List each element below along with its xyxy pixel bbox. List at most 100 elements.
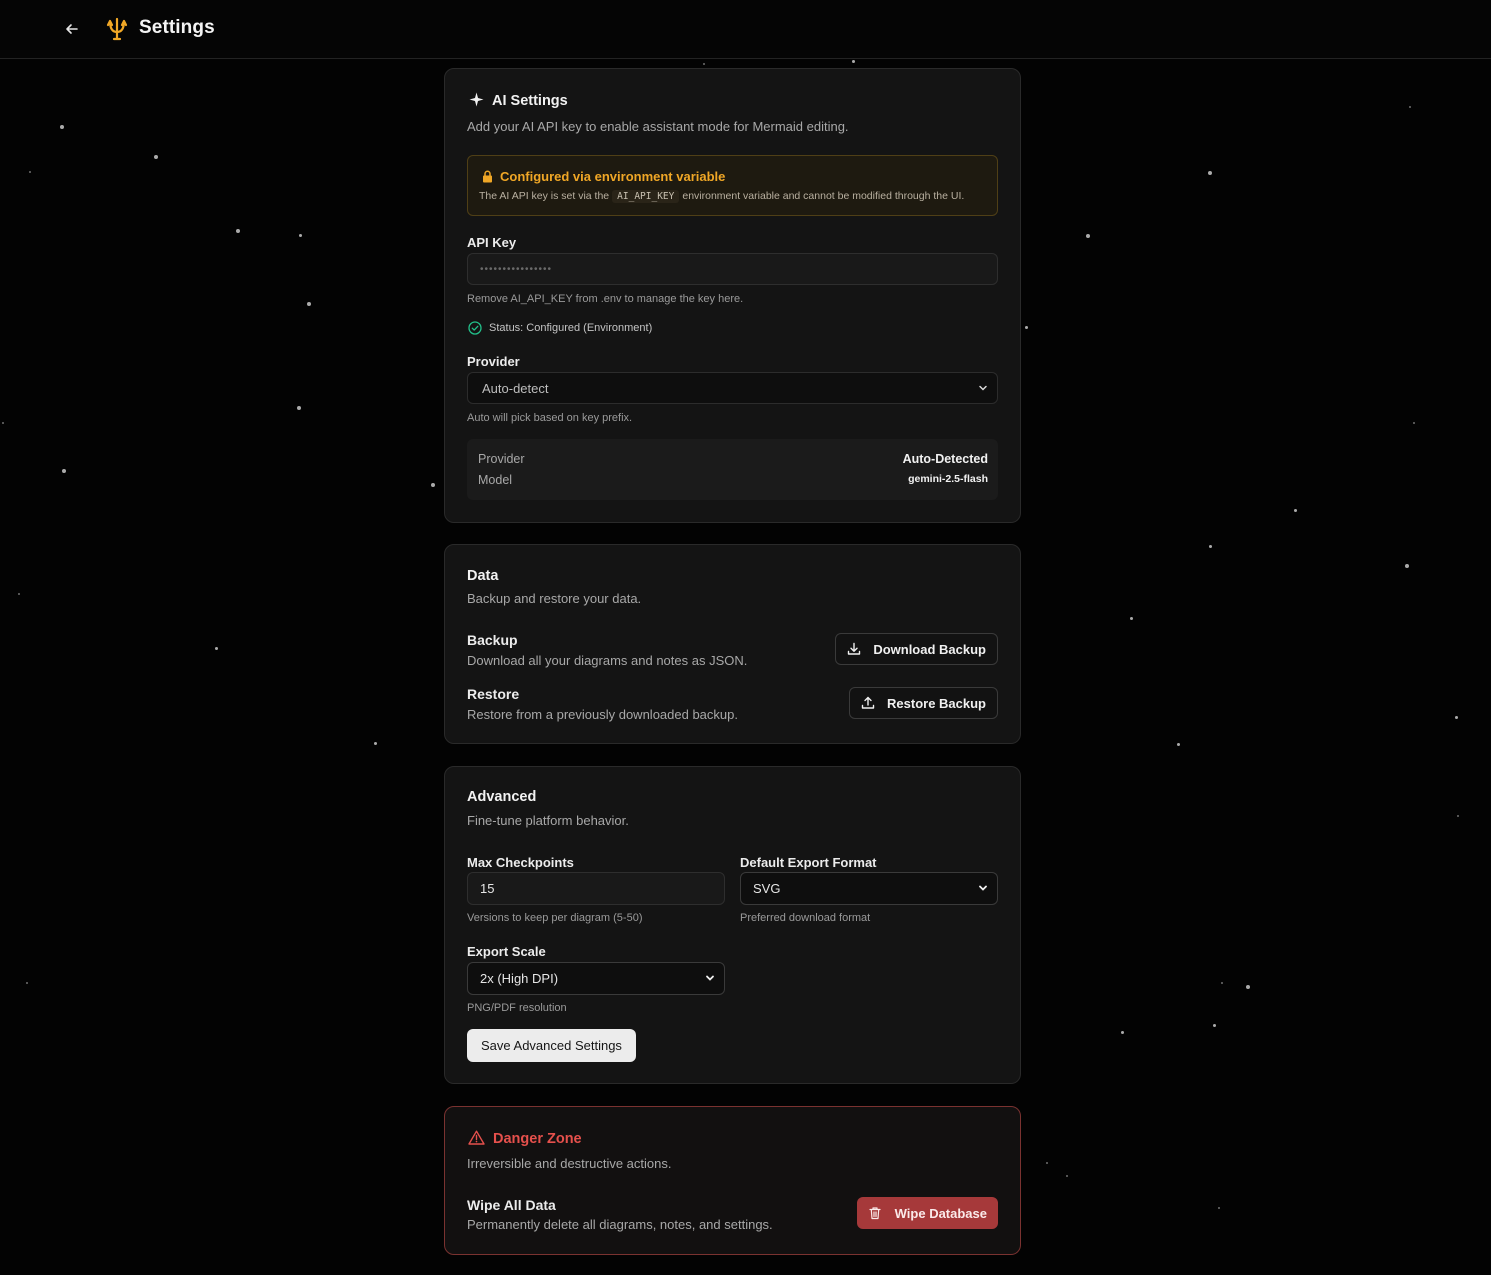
trash-icon — [869, 1207, 881, 1220]
trident-logo-icon — [106, 17, 128, 41]
provider-select[interactable]: Auto-detect — [467, 372, 998, 404]
star-dot — [26, 982, 28, 984]
star-dot — [299, 234, 302, 237]
api-key-label: API Key — [467, 235, 517, 250]
star-dot — [1086, 234, 1090, 238]
download-icon — [848, 642, 861, 655]
star-dot — [18, 593, 20, 595]
star-dot — [1066, 1175, 1068, 1177]
max-checkpoints-value: 15 — [480, 881, 495, 896]
env-var-code: AI_API_KEY — [612, 190, 680, 203]
export-format-select[interactable]: SVG — [740, 872, 998, 905]
export-scale-select[interactable]: 2x (High DPI) — [467, 962, 725, 995]
arrow-left-icon — [66, 24, 78, 34]
star-dot — [236, 229, 240, 233]
star-dot — [374, 742, 377, 745]
advanced-card: Advanced Fine-tune platform behavior. Ma… — [444, 766, 1021, 1084]
restore-description: Restore from a previously downloaded bac… — [467, 707, 738, 722]
ai-settings-title: AI Settings — [492, 93, 568, 109]
download-backup-label: Download Backup — [873, 641, 986, 657]
star-dot — [1221, 982, 1223, 984]
max-checkpoints-label: Max Checkpoints — [467, 855, 574, 870]
api-key-input[interactable]: •••••••••••••••• — [467, 253, 998, 285]
ai-settings-card: AI Settings Add your AI API key to enabl… — [444, 68, 1021, 523]
provider-label: Provider — [467, 354, 520, 369]
save-advanced-settings-button[interactable]: Save Advanced Settings — [467, 1029, 636, 1062]
star-dot — [1130, 617, 1133, 620]
wipe-description: Permanently delete all diagrams, notes, … — [467, 1217, 773, 1232]
env-notice-text: The AI API key is set via the AI_API_KEY e… — [479, 190, 965, 203]
download-backup-button[interactable]: Download Backup — [835, 633, 998, 665]
ai-settings-description: Add your AI API key to enable assistant … — [467, 119, 849, 134]
data-card: Data Backup and restore your data. Backu… — [444, 544, 1021, 744]
star-dot — [215, 647, 218, 650]
lock-icon — [483, 170, 492, 183]
wipe-title: Wipe All Data — [467, 1197, 556, 1213]
star-dot — [1121, 1031, 1124, 1034]
star-dot — [297, 406, 301, 410]
check-circle-icon — [468, 321, 482, 335]
api-key-hint: Remove AI_API_KEY from .env to manage th… — [467, 293, 744, 305]
summary-model-label: Model — [478, 473, 513, 487]
star-dot — [62, 469, 66, 473]
sparkle-icon — [469, 92, 484, 107]
export-scale-hint: PNG/PDF resolution — [467, 1002, 567, 1014]
max-checkpoints-hint: Versions to keep per diagram (5-50) — [467, 912, 643, 924]
wipe-database-label: Wipe Database — [894, 1205, 987, 1221]
star-dot — [1177, 743, 1180, 746]
danger-zone-card: Danger Zone Irreversible and destructive… — [444, 1106, 1021, 1255]
chevron-down-icon — [979, 385, 987, 391]
star-dot — [60, 125, 64, 129]
chevron-down-icon — [706, 975, 714, 981]
env-notice-title: Configured via environment variable — [500, 169, 726, 184]
warning-triangle-icon — [468, 1130, 485, 1145]
env-notice: Configured via environment variable The … — [467, 155, 998, 216]
star-dot — [1413, 422, 1415, 424]
star-dot — [703, 63, 705, 65]
star-dot — [1209, 545, 1212, 548]
star-dot — [1046, 1162, 1048, 1164]
star-dot — [431, 483, 435, 487]
export-format-hint: Preferred download format — [740, 912, 871, 924]
chevron-down-icon — [979, 885, 987, 891]
star-dot — [852, 60, 855, 63]
star-dot — [1218, 1207, 1220, 1209]
backup-title: Backup — [467, 632, 518, 648]
upload-icon — [861, 696, 875, 709]
summary-provider-label: Provider — [478, 452, 525, 466]
provider-hint: Auto will pick based on key prefix. — [467, 412, 633, 424]
env-notice-text-after: environment variable and cannot be modif… — [682, 190, 965, 202]
advanced-description: Fine-tune platform behavior. — [467, 813, 629, 828]
star-dot — [2, 422, 4, 424]
advanced-title: Advanced — [467, 789, 537, 805]
star-dot — [29, 171, 31, 173]
provider-selected: Auto-detect — [482, 380, 549, 396]
top-bar: Settings — [0, 0, 1491, 59]
summary-provider-value: Auto-Detected — [902, 452, 988, 466]
star-dot — [1025, 326, 1028, 329]
star-dot — [1455, 716, 1458, 719]
back-button[interactable] — [60, 17, 84, 41]
export-format-label: Default Export Format — [740, 855, 877, 870]
restore-backup-label: Restore Backup — [887, 695, 986, 711]
data-title: Data — [467, 568, 499, 584]
danger-zone-description: Irreversible and destructive actions. — [467, 1156, 672, 1171]
restore-title: Restore — [467, 686, 520, 702]
star-dot — [1208, 171, 1212, 175]
danger-zone-title: Danger Zone — [493, 1131, 582, 1147]
star-dot — [1246, 985, 1250, 989]
summary-model-value: gemini-2.5-flash — [908, 473, 988, 485]
star-dot — [1294, 509, 1297, 512]
wipe-database-button[interactable]: Wipe Database — [856, 1197, 998, 1229]
export-format-selected: SVG — [753, 881, 781, 896]
star-dot — [154, 155, 158, 159]
data-description: Backup and restore your data. — [467, 591, 642, 606]
api-key-value: •••••••••••••••• — [480, 263, 553, 275]
max-checkpoints-input[interactable]: 15 — [467, 872, 725, 905]
star-dot — [1213, 1024, 1216, 1027]
status-text: Status: Configured (Environment) — [489, 322, 653, 334]
star-dot — [307, 302, 311, 306]
star-dot — [1457, 815, 1459, 817]
env-notice-text-before: The AI API key is set via the — [479, 190, 610, 202]
restore-backup-button[interactable]: Restore Backup — [849, 687, 998, 719]
